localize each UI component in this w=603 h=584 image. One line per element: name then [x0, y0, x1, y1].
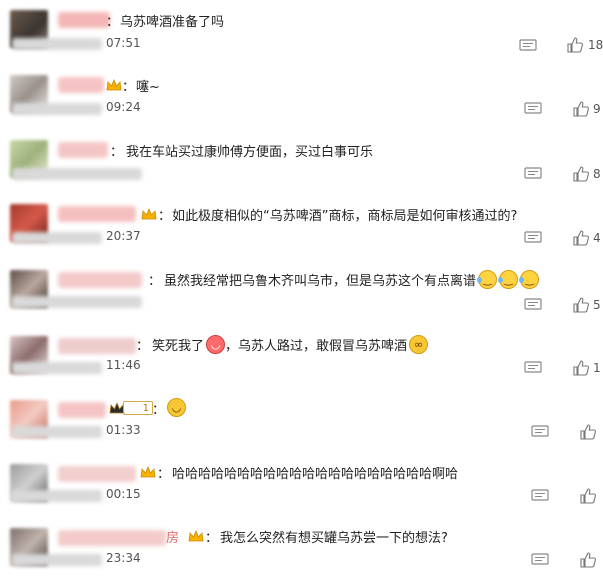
colon: ：	[148, 274, 162, 289]
comment-row: ： 噻~ 09:24 9	[0, 65, 603, 129]
thumbs-up-icon[interactable]	[580, 552, 597, 568]
colon: ：	[157, 467, 171, 482]
date-blurred	[12, 490, 102, 502]
reply-icon[interactable]	[531, 425, 549, 439]
colon: ：	[205, 531, 219, 546]
username[interactable]	[58, 338, 136, 354]
smile-emoji: ◡	[167, 398, 186, 417]
date-blurred	[12, 554, 102, 566]
comment-text: 乌苏啤酒准备了吗	[120, 15, 225, 30]
comment-row: ： 笑死我了 ◡ ，乌苏人路过，敢假冒乌苏啤酒 ∞ 11:46 1	[0, 328, 603, 392]
date-blurred	[12, 38, 102, 50]
comment-text: 我怎么突然有想买罐乌苏尝一下的想法?	[220, 531, 448, 546]
date-blurred	[12, 426, 102, 438]
colon: ：	[106, 15, 120, 30]
reply-icon[interactable]	[524, 167, 542, 181]
colon: ：	[110, 145, 124, 160]
comment-row: ： 虽然我经常把乌鲁木齐叫乌市，但是乌苏这个有点离谱 ‿ ‿ ‿ 5	[0, 262, 603, 326]
sunglasses-emoji: ∞	[409, 335, 429, 354]
like-count: 1	[593, 361, 601, 375]
thumbs-up-icon[interactable]	[580, 424, 597, 440]
comment-time: 01:33	[106, 423, 141, 437]
colon: ：	[136, 339, 150, 354]
username[interactable]	[58, 12, 110, 28]
comment-time: 20:37	[106, 229, 141, 243]
comment-time: 07:51	[106, 36, 141, 50]
username[interactable]	[58, 206, 136, 222]
comment-row: 1 ： ◡ 01:33	[0, 392, 603, 456]
laughing-emoji: ◡	[206, 335, 226, 354]
comment-row: 房 ： 我怎么突然有想买罐乌苏尝一下的想法? 23:34	[0, 520, 603, 584]
reply-icon[interactable]	[531, 489, 549, 503]
username[interactable]	[58, 142, 108, 158]
reply-icon[interactable]	[524, 298, 542, 312]
comment-row: ： 我在车站买过康帅傅方便面，买过白事可乐 8	[0, 130, 603, 194]
date-blurred	[12, 168, 142, 180]
reply-icon[interactable]	[524, 231, 542, 245]
reply-icon[interactable]	[519, 39, 537, 53]
laughing-crying-emoji: ‿	[477, 270, 498, 289]
colon: ：	[152, 403, 166, 418]
reply-icon[interactable]	[524, 361, 542, 375]
comment-text: 如此极度相似的“乌苏啤酒”商标，商标局是如何审核通过的?	[172, 209, 518, 224]
crown-icon	[141, 207, 157, 220]
comment-text: 虽然我经常把乌鲁木齐叫乌市，但是乌苏这个有点离谱 ‿ ‿ ‿	[164, 270, 540, 289]
date-blurred	[12, 362, 102, 374]
comment-time: 00:15	[106, 487, 141, 501]
comment-row: ： 乌苏啤酒准备了吗 07:51 18	[0, 0, 603, 64]
crown-icon	[140, 465, 156, 478]
comment-time: 11:46	[106, 358, 141, 372]
thumbs-up-icon[interactable]	[567, 37, 584, 53]
reply-icon[interactable]	[531, 553, 549, 567]
date-blurred	[12, 296, 142, 308]
colon: ：	[158, 209, 172, 224]
username[interactable]	[58, 402, 106, 418]
comment-row: ： 如此极度相似的“乌苏啤酒”商标，商标局是如何审核通过的? 20:37 4	[0, 196, 603, 260]
comment-time: 23:34	[106, 551, 141, 565]
comment-text: 笑死我了 ◡ ，乌苏人路过，敢假冒乌苏啤酒 ∞	[152, 335, 429, 354]
comment-text: 噻~	[136, 80, 160, 95]
comment-row: ： 哈哈哈哈哈哈哈哈哈哈哈哈哈哈哈哈哈哈哈哈啊哈 00:15	[0, 456, 603, 520]
crown-icon	[188, 529, 204, 542]
thumbs-up-icon[interactable]	[573, 230, 590, 246]
thumbs-up-icon[interactable]	[573, 101, 590, 117]
username[interactable]	[58, 466, 136, 482]
like-count: 8	[593, 167, 601, 181]
username[interactable]	[58, 530, 166, 546]
comment-text: 哈哈哈哈哈哈哈哈哈哈哈哈哈哈哈哈哈哈哈哈啊哈	[172, 467, 459, 482]
like-count: 18	[588, 38, 603, 52]
username-visible-fragment: 房	[166, 531, 180, 546]
comment-time: 09:24	[106, 100, 141, 114]
laughing-crying-emoji: ‿	[498, 270, 519, 289]
comment-text: 我在车站买过康帅傅方便面，买过白事可乐	[126, 145, 374, 160]
username[interactable]	[58, 272, 142, 288]
laughing-crying-emoji: ‿	[519, 270, 540, 289]
crown-icon	[106, 78, 122, 91]
like-count: 9	[593, 102, 601, 116]
date-blurred	[12, 103, 102, 115]
reply-icon[interactable]	[524, 102, 542, 116]
like-count: 4	[593, 231, 601, 245]
like-count: 5	[593, 298, 601, 312]
thumbs-up-icon[interactable]	[580, 488, 597, 504]
colon: ：	[122, 80, 136, 95]
level-badge: 1	[123, 401, 153, 415]
thumbs-up-icon[interactable]	[573, 166, 590, 182]
thumbs-up-icon[interactable]	[573, 297, 590, 313]
date-blurred	[12, 232, 102, 244]
thumbs-up-icon[interactable]	[573, 360, 590, 376]
username[interactable]	[58, 77, 104, 93]
